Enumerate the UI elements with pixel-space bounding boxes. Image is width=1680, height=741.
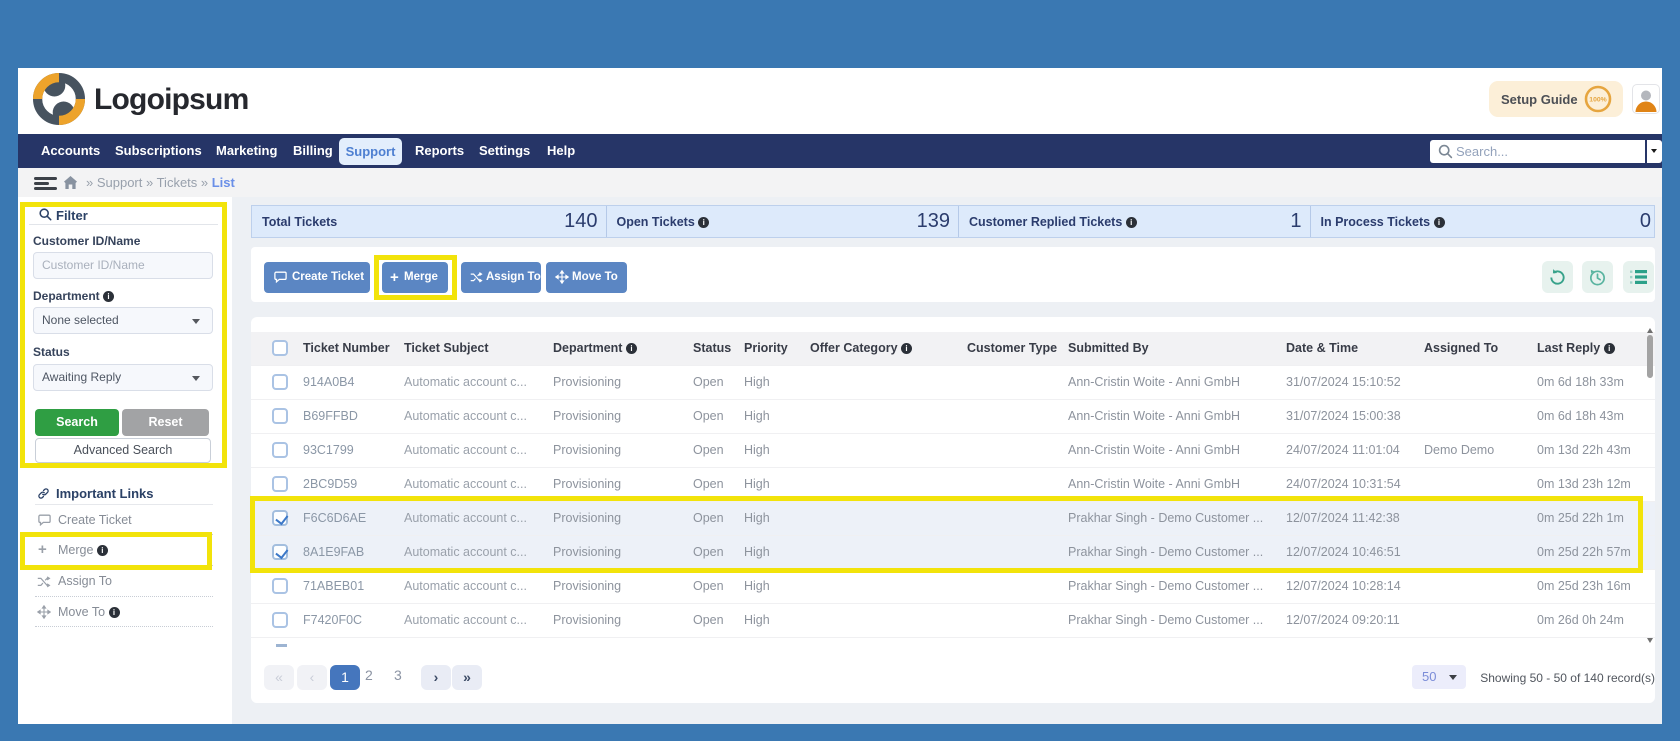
svg-text:100%: 100% xyxy=(1589,97,1606,104)
